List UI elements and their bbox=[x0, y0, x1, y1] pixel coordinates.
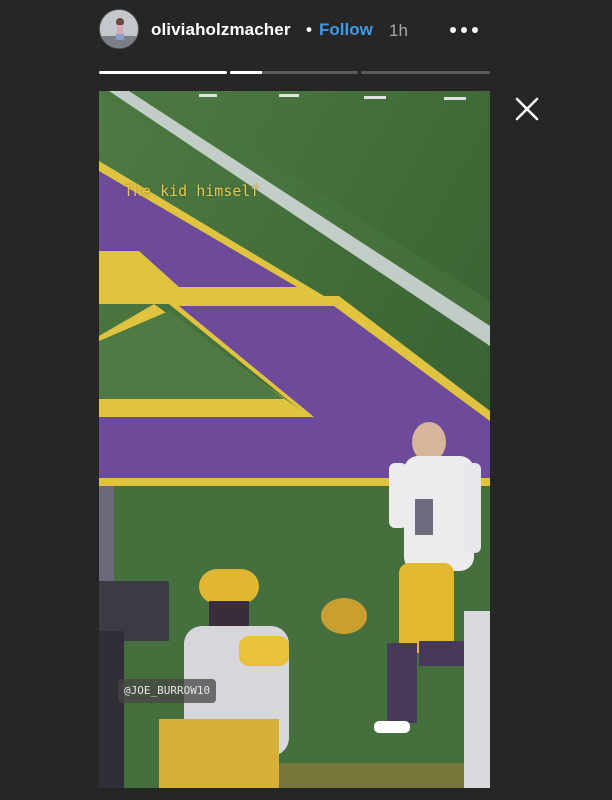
story-header: oliviaholzmacher • Follow 1h bbox=[0, 0, 612, 90]
story-media[interactable]: The kid himself @JOE_BURROW10 bbox=[99, 91, 490, 788]
more-options-icon[interactable] bbox=[449, 19, 479, 39]
story-progress-3 bbox=[361, 71, 490, 74]
avatar-image bbox=[100, 10, 138, 48]
close-story-button[interactable] bbox=[513, 95, 541, 123]
close-icon bbox=[515, 97, 539, 121]
profile-avatar[interactable] bbox=[99, 9, 139, 49]
follow-button[interactable]: Follow bbox=[319, 20, 373, 40]
post-time: 1h bbox=[389, 21, 408, 40]
story-progress-1 bbox=[99, 71, 227, 74]
username-link[interactable]: oliviaholzmacher bbox=[151, 20, 291, 40]
mention-sticker[interactable]: @JOE_BURROW10 bbox=[118, 679, 217, 703]
separator-dot: • bbox=[306, 20, 312, 39]
story-progress-2 bbox=[230, 71, 358, 74]
story-caption-text: The kid himself bbox=[124, 182, 260, 200]
